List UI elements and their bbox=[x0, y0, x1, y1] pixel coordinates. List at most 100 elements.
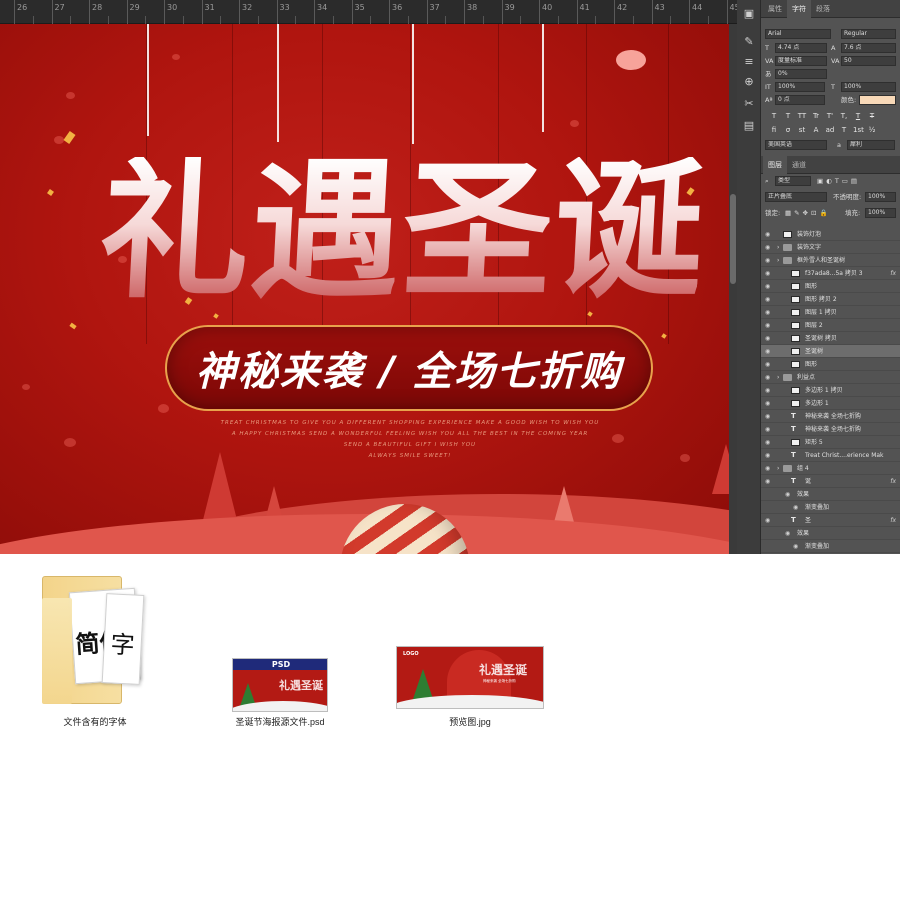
jpg-file-item[interactable]: 预览图.jpg bbox=[410, 715, 530, 728]
layer-row[interactable]: ◉ › 框外雪人和圣诞树 bbox=[761, 254, 900, 267]
all-caps-button[interactable]: TT bbox=[797, 111, 807, 121]
fx-badge[interactable]: fx bbox=[890, 514, 896, 527]
eye-icon[interactable]: ◉ bbox=[765, 423, 773, 436]
layer-row[interactable]: ◉ › 装饰文字 bbox=[761, 241, 900, 254]
eye-icon[interactable]: ◉ bbox=[765, 436, 773, 449]
faux-italic-button[interactable]: T bbox=[783, 111, 793, 121]
layer-row[interactable]: ◉ 渐变叠加 bbox=[761, 501, 900, 514]
brush-icon[interactable]: ✎ bbox=[741, 34, 757, 50]
font-family-select[interactable]: Arial bbox=[765, 29, 831, 39]
underline-button[interactable]: T bbox=[853, 111, 863, 121]
kerning-field[interactable]: 度量标准 bbox=[775, 56, 827, 66]
subscript-button[interactable]: T, bbox=[839, 111, 849, 121]
eye-icon[interactable]: ◉ bbox=[765, 254, 773, 267]
fill-field[interactable]: 100% bbox=[865, 208, 896, 218]
fraction-button[interactable]: ½ bbox=[867, 125, 877, 135]
layer-row[interactable]: ◉ › 组 4 bbox=[761, 462, 900, 475]
language-select[interactable]: 美国英语 bbox=[765, 140, 827, 150]
layer-row[interactable]: ◉ 装饰灯泡 bbox=[761, 228, 900, 241]
tracking-field[interactable]: 50 bbox=[841, 56, 896, 66]
layer-row[interactable]: ◉ 图形 拷贝 2 bbox=[761, 293, 900, 306]
layer-row[interactable]: ◉ 图层 1 拷贝 bbox=[761, 306, 900, 319]
layer-row[interactable]: ◉ 效果 bbox=[761, 488, 900, 501]
layer-row[interactable]: ◉ T Treat Christ....erience Mak bbox=[761, 449, 900, 462]
disclosure-arrow-icon[interactable]: › bbox=[777, 371, 779, 384]
eye-icon[interactable]: ◉ bbox=[765, 514, 773, 527]
eye-icon[interactable]: ◉ bbox=[765, 371, 773, 384]
eye-icon[interactable]: ◉ bbox=[765, 332, 773, 345]
font-size-field[interactable]: 4.74 点 bbox=[775, 43, 827, 53]
tab-layers[interactable]: 图层 bbox=[763, 156, 787, 174]
lock-icons[interactable]: ▦✎✥⊡🔒 bbox=[785, 208, 831, 218]
font-style-select[interactable]: Regular bbox=[841, 29, 896, 39]
tab-channels[interactable]: 通道 bbox=[787, 156, 811, 174]
titling-button[interactable]: T bbox=[839, 125, 849, 135]
eye-icon[interactable]: ◉ bbox=[765, 358, 773, 371]
psd-file-item[interactable]: 圣诞节海报源文件.psd bbox=[218, 715, 342, 728]
tsume-field[interactable]: 0% bbox=[775, 69, 827, 79]
layer-row[interactable]: ◉ T 神秘来袭 全场七折购 bbox=[761, 423, 900, 436]
strikethrough-button[interactable]: T bbox=[867, 111, 877, 121]
text-color-swatch[interactable] bbox=[859, 95, 896, 105]
vertical-scale-field[interactable]: 100% bbox=[775, 82, 825, 92]
layer-row[interactable]: ◉ 多边形 1 拷贝 bbox=[761, 384, 900, 397]
opacity-field[interactable]: 100% bbox=[865, 192, 896, 202]
brush-settings-icon[interactable]: ≡ bbox=[741, 54, 757, 70]
swash-button[interactable]: A bbox=[811, 125, 821, 135]
disclosure-arrow-icon[interactable]: › bbox=[777, 462, 779, 475]
layer-row[interactable]: ◉ 多边形 1 bbox=[761, 397, 900, 410]
eye-icon[interactable]: ◉ bbox=[765, 462, 773, 475]
scrollbar-thumb[interactable] bbox=[730, 194, 736, 284]
eye-icon[interactable]: ◉ bbox=[765, 280, 773, 293]
faux-bold-button[interactable]: T bbox=[769, 111, 779, 121]
info-icon[interactable]: ▤ bbox=[741, 118, 757, 134]
layer-filter-select[interactable]: 类型 bbox=[775, 176, 811, 186]
canvas-vertical-scrollbar[interactable] bbox=[729, 24, 737, 554]
ordinal-button[interactable]: 1st bbox=[853, 125, 864, 135]
psd-thumbnail[interactable]: PSD 礼遇圣诞 bbox=[232, 658, 328, 712]
baseline-shift-field[interactable]: 0 点 bbox=[775, 95, 825, 105]
layer-row[interactable]: ◉ 圣诞树 bbox=[761, 345, 900, 358]
layer-row[interactable]: ◉ 圣诞树 拷贝 bbox=[761, 332, 900, 345]
stylistic-button[interactable]: st bbox=[797, 125, 807, 135]
disclosure-arrow-icon[interactable]: › bbox=[777, 254, 779, 267]
eye-icon[interactable]: ◉ bbox=[785, 527, 793, 540]
folder-item[interactable]: 文件含有的字体 bbox=[40, 715, 150, 728]
disclosure-arrow-icon[interactable]: › bbox=[777, 241, 779, 254]
leading-field[interactable]: 7.6 点 bbox=[841, 43, 896, 53]
eye-icon[interactable]: ◉ bbox=[793, 540, 801, 553]
eye-icon[interactable]: ◉ bbox=[765, 397, 773, 410]
alt-ligature-button[interactable]: σ bbox=[783, 125, 793, 135]
blend-mode-select[interactable]: 正片叠底 bbox=[765, 192, 827, 202]
eye-icon[interactable]: ◉ bbox=[765, 241, 773, 254]
layer-row[interactable]: ◉ T 诞 fx bbox=[761, 475, 900, 488]
tab-character[interactable]: 字符 bbox=[787, 0, 811, 18]
eye-icon[interactable]: ◉ bbox=[765, 267, 773, 280]
jpg-thumbnail[interactable]: LOGO 礼遇圣诞 神秘来袭 全场七折购 bbox=[396, 646, 544, 709]
layer-row[interactable]: ◉ f37ada8...5a 拷贝 3 fx bbox=[761, 267, 900, 280]
eye-icon[interactable]: ◉ bbox=[765, 319, 773, 332]
eye-icon[interactable]: ◉ bbox=[785, 488, 793, 501]
layer-row[interactable]: ◉ › 利益点 bbox=[761, 371, 900, 384]
small-caps-button[interactable]: Tr bbox=[811, 111, 821, 121]
eye-icon[interactable]: ◉ bbox=[793, 501, 801, 514]
fx-badge[interactable]: fx bbox=[890, 475, 896, 488]
layer-row[interactable]: ◉ 图层 2 bbox=[761, 319, 900, 332]
eye-icon[interactable]: ◉ bbox=[765, 345, 773, 358]
tab-properties[interactable]: 属性 bbox=[763, 0, 787, 18]
layer-row[interactable]: ◉ T 神秘来袭 全场七折购 bbox=[761, 410, 900, 423]
eye-icon[interactable]: ◉ bbox=[765, 449, 773, 462]
horizontal-scale-field[interactable]: 100% bbox=[841, 82, 896, 92]
stylistic-alt-button[interactable]: ad bbox=[825, 125, 835, 135]
superscript-button[interactable]: T' bbox=[825, 111, 835, 121]
eye-icon[interactable]: ◉ bbox=[765, 306, 773, 319]
eye-icon[interactable]: ◉ bbox=[765, 384, 773, 397]
layer-row[interactable]: ◉ 效果 bbox=[761, 527, 900, 540]
layer-row[interactable]: ◉ 矩形 5 bbox=[761, 436, 900, 449]
folder-icon[interactable]: 简体 字 bbox=[42, 576, 150, 706]
eye-icon[interactable]: ◉ bbox=[765, 475, 773, 488]
layer-row[interactable]: ◉ 图形 bbox=[761, 280, 900, 293]
clone-source-icon[interactable]: ⊕ bbox=[741, 74, 757, 90]
layer-row[interactable]: ◉ 图形 bbox=[761, 358, 900, 371]
fx-badge[interactable]: fx bbox=[890, 267, 896, 280]
